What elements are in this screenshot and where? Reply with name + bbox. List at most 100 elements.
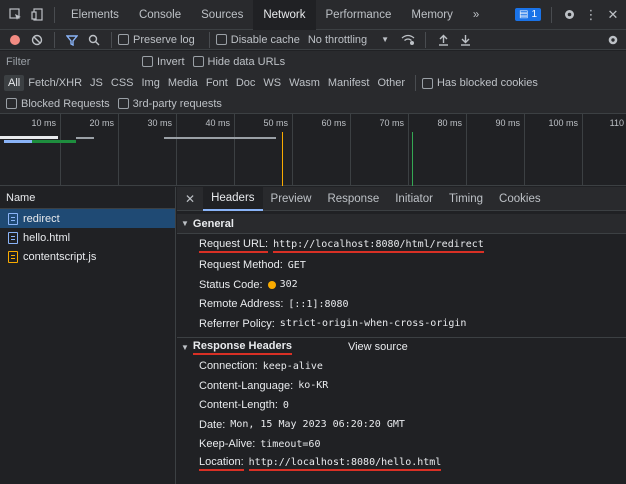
divider <box>414 75 416 91</box>
tab-elements[interactable]: Elements <box>61 0 129 30</box>
type-wasm[interactable]: Wasm <box>285 75 324 91</box>
timeline-tick: 70 ms <box>351 114 409 186</box>
chevron-down-icon: ▼ <box>381 35 390 44</box>
timeline-tick: 60 ms <box>293 114 351 186</box>
network-conditions-icon[interactable] <box>397 29 419 51</box>
tab-performance[interactable]: Performance <box>316 0 402 30</box>
has-blocked-cookies-checkbox[interactable]: Has blocked cookies <box>421 77 538 89</box>
general-section-header[interactable]: ▼ General <box>177 214 626 234</box>
timeline-bar-hello-download <box>32 140 76 143</box>
divider <box>425 31 427 48</box>
timeline-bar-hello <box>4 140 32 143</box>
timeline-tick: 20 ms <box>61 114 119 186</box>
tab-console[interactable]: Console <box>129 0 191 30</box>
timeline-overview[interactable]: 10 ms 20 ms 30 ms 40 ms 50 ms 60 ms 70 m… <box>0 114 626 186</box>
divider <box>54 31 55 48</box>
header-row-location: Location: http://localhost:8080/hello.ht… <box>177 454 626 474</box>
type-doc[interactable]: Doc <box>232 75 260 91</box>
timeline-bar-contentscript <box>76 137 94 139</box>
filter-icon[interactable] <box>61 29 83 51</box>
tab-headers[interactable]: Headers <box>203 186 263 211</box>
remote-address-row: Remote Address: [::1]:8080 <box>199 298 349 311</box>
document-icon <box>8 231 18 244</box>
filter-input[interactable]: Filter <box>6 56 142 68</box>
header-row-keep-alive: Keep-Alive: timeout=60 <box>199 438 321 451</box>
type-other[interactable]: Other <box>373 75 409 91</box>
timeline-tick: 90 ms <box>467 114 525 186</box>
hide-data-urls-checkbox[interactable]: Hide data URLs <box>192 56 285 68</box>
timeline-bar-redirect <box>0 136 58 139</box>
tab-response[interactable]: Response <box>319 187 387 211</box>
document-icon <box>8 212 18 225</box>
resource-type-filters: All Fetch/XHR JS CSS Img Media Font Doc … <box>0 72 626 94</box>
throttling-select[interactable]: No throttling ▼ <box>308 34 389 46</box>
timeline-tick: 40 ms <box>177 114 235 186</box>
message-icon: ▤ <box>518 9 529 20</box>
filter-bar: Filter Invert Hide data URLs <box>0 51 626 72</box>
close-icon[interactable]: ✕ <box>602 4 624 26</box>
script-icon <box>8 250 18 263</box>
request-url-row: Request URL: http://localhost:8080/html/… <box>177 236 626 256</box>
import-har-icon[interactable] <box>432 29 454 51</box>
request-row-contentscript[interactable]: contentscript.js <box>0 247 175 266</box>
network-settings-gear-icon[interactable] <box>602 29 624 51</box>
tab-network[interactable]: Network <box>253 0 316 30</box>
request-details: ✕ Headers Preview Response Initiator Tim… <box>177 186 626 484</box>
load-event-marker <box>412 132 413 186</box>
tab-memory[interactable]: Memory <box>401 0 463 30</box>
header-row-date: Date: Mon, 15 May 2023 06:20:20 GMT <box>199 418 405 431</box>
tab-cookies[interactable]: Cookies <box>491 187 549 211</box>
network-toolbar: Preserve log Disable cache No throttling… <box>0 30 626 50</box>
settings-gear-icon[interactable] <box>558 4 580 26</box>
type-fetch-xhr[interactable]: Fetch/XHR <box>24 75 86 91</box>
type-css[interactable]: CSS <box>107 75 138 91</box>
tab-sources[interactable]: Sources <box>191 0 253 30</box>
type-manifest[interactable]: Manifest <box>324 75 374 91</box>
type-js[interactable]: JS <box>86 75 107 91</box>
divider <box>551 6 552 23</box>
request-row-hello[interactable]: hello.html <box>0 228 175 247</box>
type-all[interactable]: All <box>4 75 25 91</box>
tab-timing[interactable]: Timing <box>441 187 491 211</box>
divider <box>111 31 112 48</box>
request-row-redirect[interactable]: redirect <box>0 209 175 228</box>
more-options-icon[interactable]: ⋮ <box>580 4 602 26</box>
tab-initiator[interactable]: Initiator <box>387 187 441 211</box>
clear-icon[interactable] <box>26 29 48 51</box>
devtools-tab-bar: Elements Console Sources Network Perform… <box>0 0 626 30</box>
type-ws[interactable]: WS <box>259 75 285 91</box>
export-har-icon[interactable] <box>454 29 476 51</box>
timeline-tick: 100 ms <box>525 114 583 186</box>
type-media[interactable]: Media <box>164 75 202 91</box>
request-list: Name redirect hello.html contentscript.j… <box>0 187 176 484</box>
preserve-log-checkbox[interactable]: Preserve log <box>118 34 195 46</box>
dom-content-loaded-marker <box>282 132 283 186</box>
third-party-checkbox[interactable]: 3rd-party requests <box>117 98 222 110</box>
status-code-row: Status Code: 302 <box>199 278 298 291</box>
blocked-requests-checkbox[interactable]: Blocked Requests <box>6 98 110 110</box>
close-details-icon[interactable]: ✕ <box>177 187 203 211</box>
referrer-policy-row: Referrer Policy: strict-origin-when-cros… <box>199 317 467 330</box>
name-column-header[interactable]: Name <box>0 187 175 209</box>
header-row-connection: Connection: keep-alive <box>199 360 323 373</box>
header-row-content-language: Content-Language: ko-KR <box>199 379 329 392</box>
inspect-element-icon[interactable] <box>4 4 26 26</box>
headers-panel: ▼ General Request URL: http://localhost:… <box>177 211 626 474</box>
triangle-down-icon: ▼ <box>181 219 189 228</box>
blocked-filters: Blocked Requests 3rd-party requests <box>0 94 626 114</box>
more-tabs-button[interactable]: » <box>463 0 489 30</box>
tab-preview[interactable]: Preview <box>263 187 320 211</box>
timeline-tick: 50 ms <box>235 114 293 186</box>
device-toolbar-icon[interactable] <box>26 4 48 26</box>
issues-count: 1 <box>531 9 537 20</box>
issues-badge[interactable]: ▤ 1 <box>514 8 541 21</box>
detail-tab-bar: ✕ Headers Preview Response Initiator Tim… <box>177 186 626 211</box>
search-icon[interactable] <box>83 29 105 51</box>
disable-cache-checkbox[interactable]: Disable cache <box>215 34 300 46</box>
record-icon[interactable] <box>4 29 26 51</box>
invert-checkbox[interactable]: Invert <box>142 56 185 68</box>
type-font[interactable]: Font <box>202 75 232 91</box>
response-headers-section-header[interactable]: ▼ Response Headers View source <box>177 336 626 357</box>
type-img[interactable]: Img <box>138 75 164 91</box>
view-source-link[interactable]: View source <box>348 341 408 353</box>
